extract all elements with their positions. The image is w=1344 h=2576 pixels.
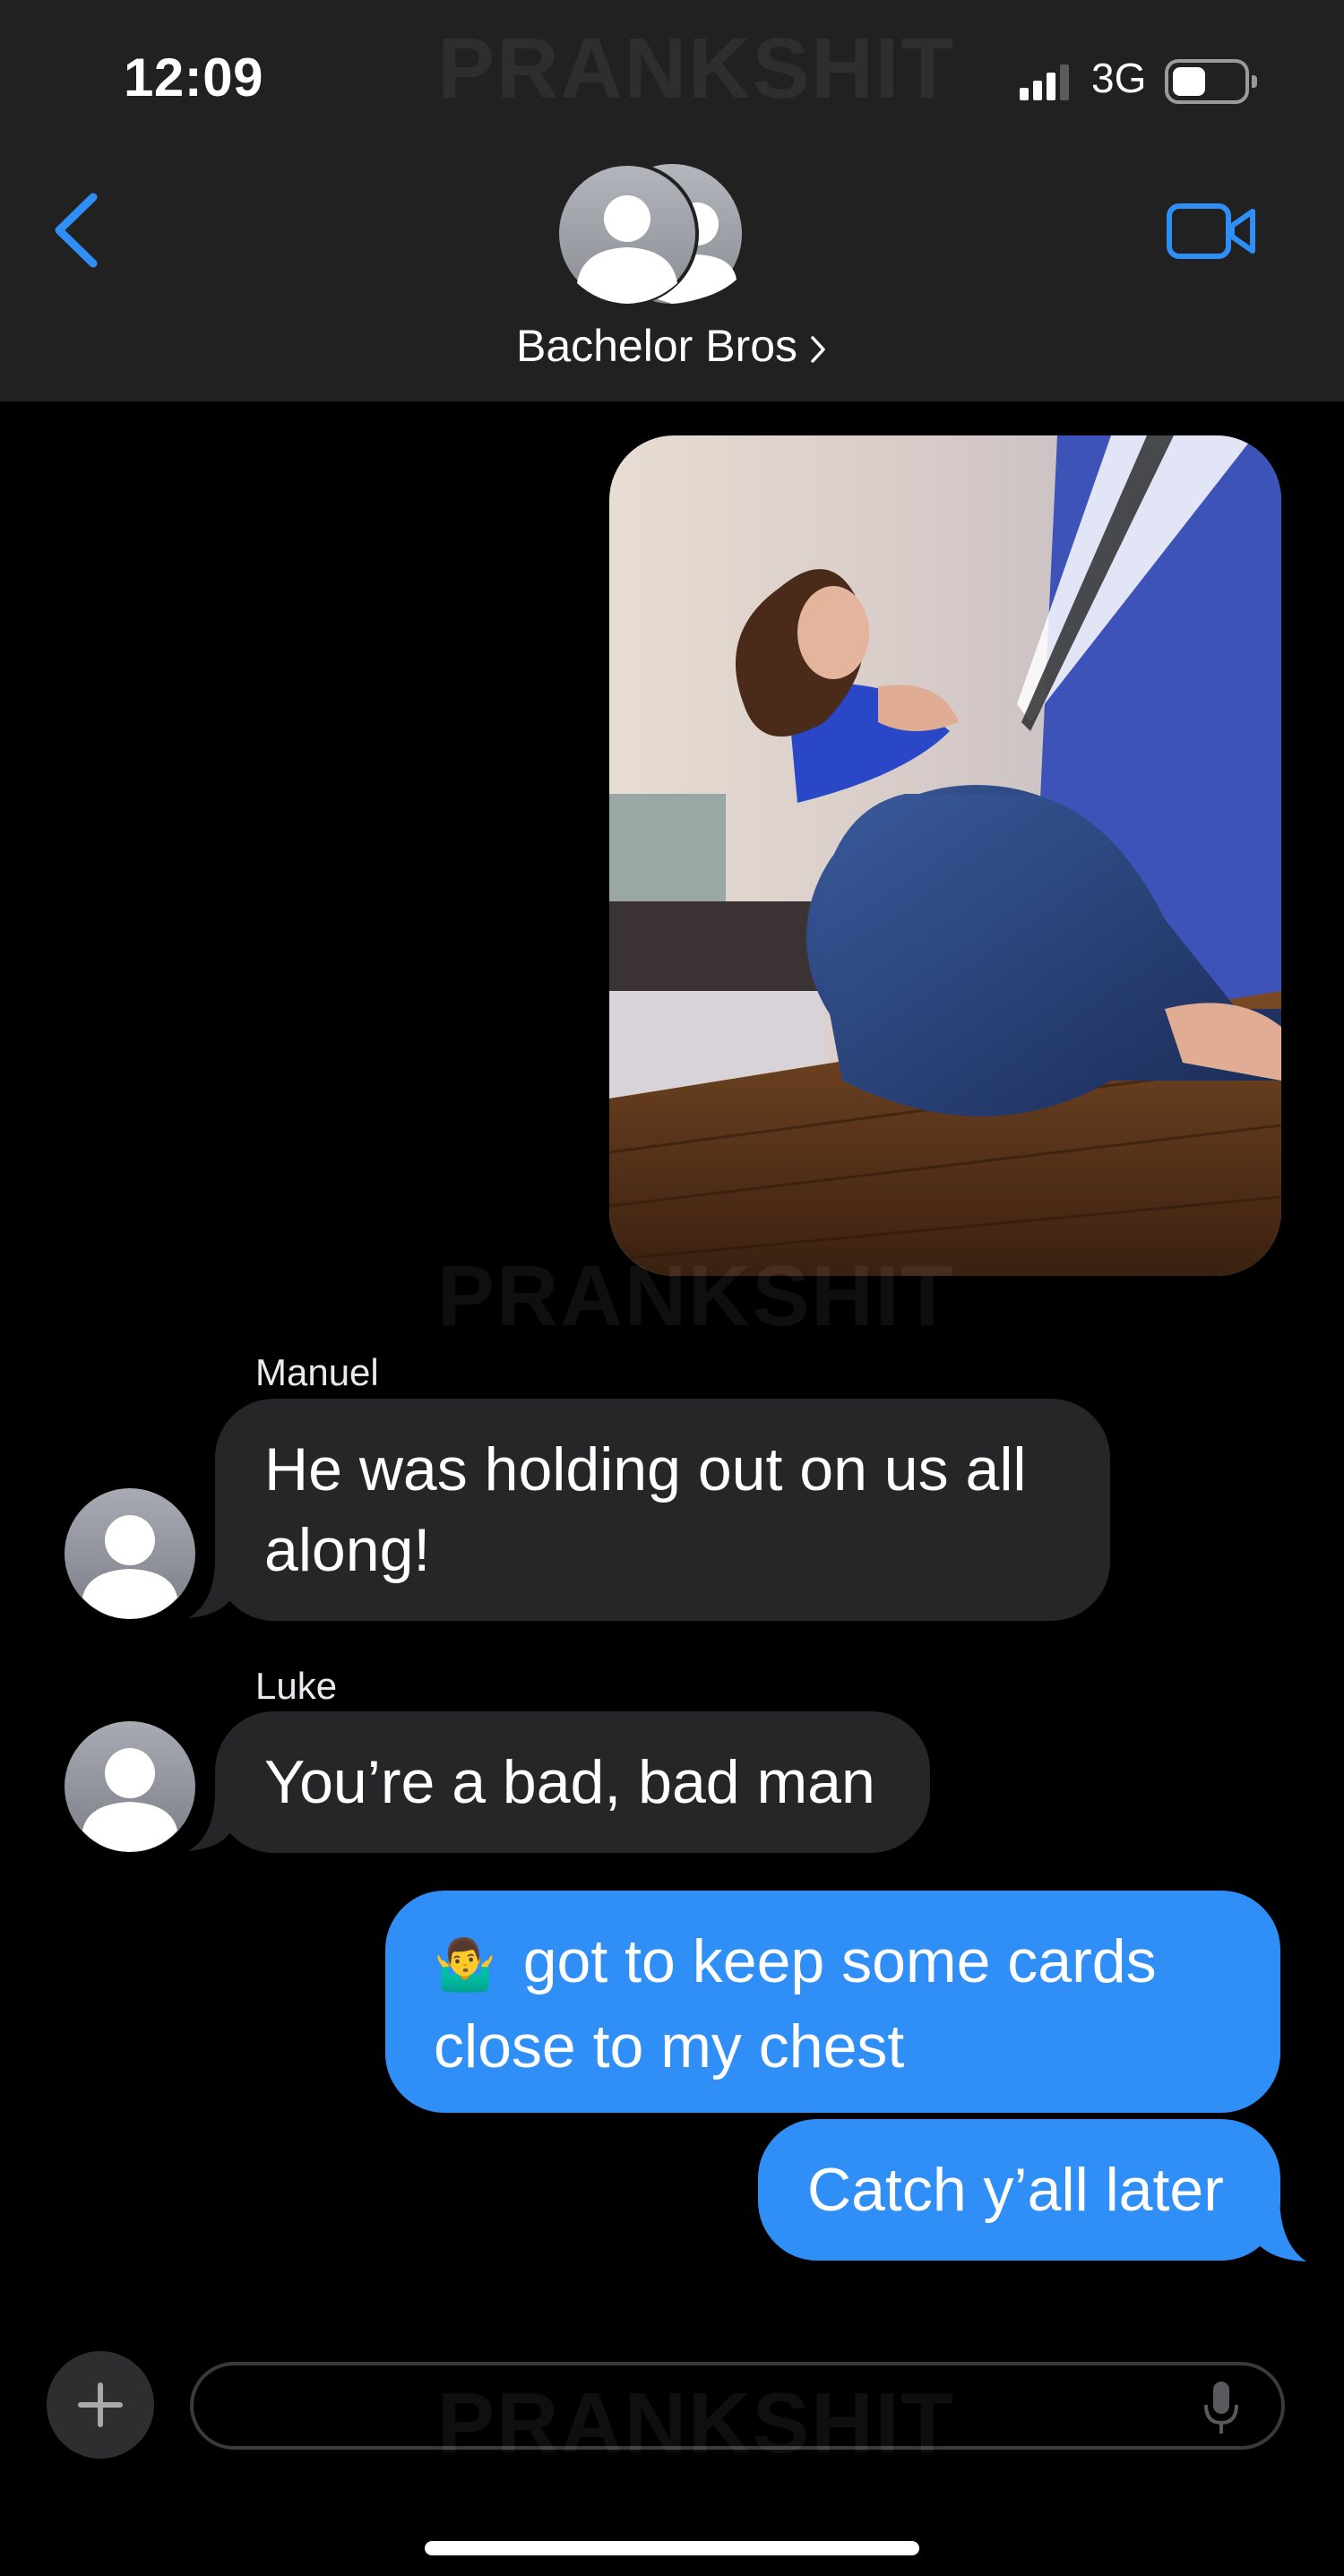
chevron-right-icon bbox=[811, 336, 825, 363]
message-line: You’re a bad, bad man bbox=[264, 1748, 875, 1816]
photo-message[interactable] bbox=[609, 435, 1281, 1276]
conversation-header: 12:09 PRANKSHIT 3G Bachelor Bros bbox=[0, 0, 1344, 401]
message-bubble-outgoing[interactable]: Catch y’all later bbox=[758, 2119, 1280, 2261]
network-type: 3G bbox=[1091, 55, 1147, 101]
avatar[interactable] bbox=[65, 1488, 195, 1619]
plus-button[interactable] bbox=[47, 2351, 154, 2459]
microphone-icon[interactable] bbox=[1202, 2380, 1240, 2435]
home-indicator[interactable] bbox=[425, 2541, 919, 2555]
message-bubble-incoming[interactable]: He was holding out on us all along! bbox=[215, 1399, 1110, 1621]
message-text: got to keep some cards bbox=[522, 1927, 1157, 1995]
person-icon bbox=[82, 1748, 177, 1852]
person-icon bbox=[82, 1515, 177, 1619]
group-avatar[interactable] bbox=[557, 163, 742, 305]
battery-icon bbox=[1165, 59, 1257, 104]
message-bubble-incoming[interactable]: You’re a bad, bad man bbox=[215, 1711, 930, 1853]
chevron-left-icon[interactable] bbox=[48, 190, 102, 271]
watermark: PRANKSHIT bbox=[437, 2375, 956, 2471]
video-camera-icon[interactable] bbox=[1167, 202, 1256, 260]
message-line: He was holding out on us all bbox=[264, 1435, 1027, 1503]
watermark: PRANKSHIT bbox=[437, 21, 956, 116]
plus-icon bbox=[78, 2382, 123, 2427]
watermark: PRANKSHIT bbox=[437, 1248, 956, 1344]
message-line: 🤷‍♂️ got to keep some cards bbox=[434, 1921, 1231, 2006]
sender-name: Luke bbox=[255, 1665, 338, 1707]
cellular-signal-icon bbox=[1020, 65, 1069, 100]
avatar[interactable] bbox=[65, 1721, 195, 1852]
shrug-emoji: 🤷‍♂️ bbox=[434, 1936, 496, 1994]
message-bubble-outgoing[interactable]: 🤷‍♂️ got to keep some cards close to my c… bbox=[385, 1891, 1280, 2113]
photo-attachment bbox=[609, 435, 1281, 1276]
message-line: Catch y’all later bbox=[807, 2156, 1224, 2224]
group-name-label: Bachelor Bros bbox=[515, 321, 798, 371]
message-line: close to my chest bbox=[434, 2012, 905, 2081]
group-name[interactable]: Bachelor Bros bbox=[0, 320, 1344, 372]
sender-name: Manuel bbox=[255, 1351, 379, 1393]
status-time: 12:09 bbox=[124, 47, 263, 108]
message-line: along! bbox=[264, 1516, 431, 1584]
